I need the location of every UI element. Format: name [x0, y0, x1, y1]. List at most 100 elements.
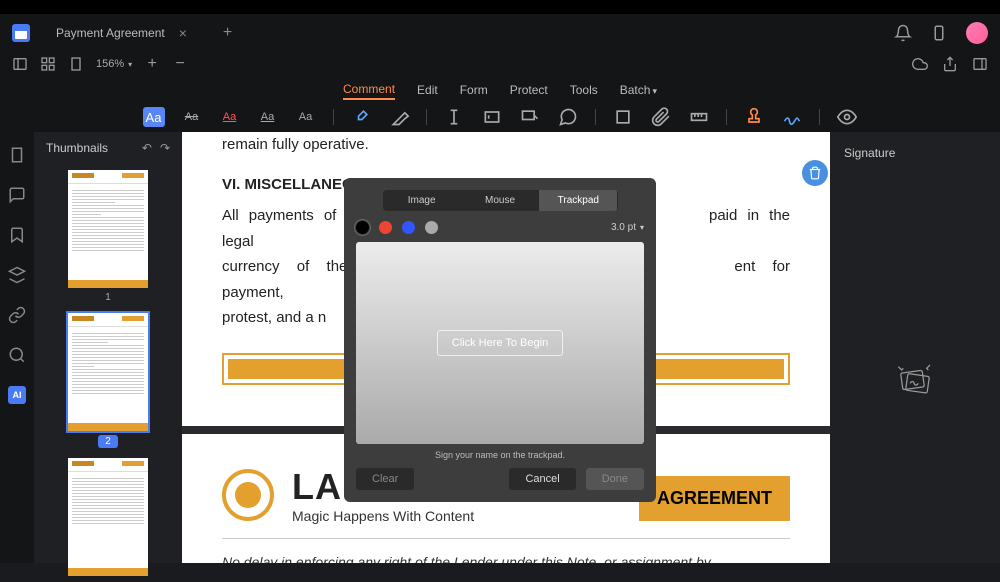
text-highlight-button[interactable]: Aa: [143, 107, 165, 127]
tab-bar: Payment Agreement × +: [0, 14, 1000, 52]
chevron-down-icon: ▾: [128, 60, 132, 69]
attachment-icon[interactable]: [650, 107, 672, 127]
ai-icon[interactable]: AI: [8, 386, 26, 404]
color-black[interactable]: [356, 221, 369, 234]
signature-canvas[interactable]: Click Here To Begin: [356, 242, 644, 444]
thumbs-icon[interactable]: [8, 146, 26, 164]
company-logo: [222, 469, 274, 521]
clear-button[interactable]: Clear: [356, 468, 414, 490]
thumbnails-panel: Thumbnails ↶ ↷ 1 2: [34, 132, 182, 563]
eraser-icon[interactable]: [388, 107, 410, 127]
cancel-button[interactable]: Cancel: [509, 468, 575, 490]
divider: [819, 109, 820, 125]
app-icon: [12, 24, 30, 42]
text-under-button[interactable]: Aa: [219, 107, 241, 127]
menu-form[interactable]: Form: [460, 81, 488, 99]
eye-icon[interactable]: [836, 107, 858, 127]
agreement-badge: AGREEMENT: [639, 476, 790, 521]
ribbon-toolbar: Aa Aa Aa Aa Aa: [0, 104, 1000, 132]
divider: [426, 109, 427, 125]
document-tab[interactable]: Payment Agreement ×: [42, 25, 201, 41]
search-icon[interactable]: [8, 346, 26, 364]
signature-icon[interactable]: [781, 107, 803, 127]
window-titlebar: [0, 0, 1000, 14]
link-icon[interactable]: [8, 306, 26, 324]
stroke-width-select[interactable]: 3.0 pt ▾: [611, 222, 644, 233]
view-toolbar: 156% ▾ + −: [0, 52, 1000, 76]
rotate-left-icon[interactable]: ↶: [142, 141, 152, 155]
signature-placeholder-icon[interactable]: [895, 360, 935, 400]
note-icon[interactable]: [557, 107, 579, 127]
signature-panel: Signature: [830, 132, 1000, 563]
doc-line: remain fully operative.: [222, 132, 790, 158]
add-tab-button[interactable]: +: [223, 24, 232, 42]
zoom-control[interactable]: 156% ▾: [96, 58, 132, 70]
menu-edit[interactable]: Edit: [417, 81, 438, 99]
share-icon[interactable]: [942, 56, 958, 72]
bell-icon[interactable]: [894, 24, 912, 42]
text-under2-button[interactable]: Aa: [257, 107, 279, 127]
doc-fragment: currency of the: [222, 258, 347, 275]
doc-italic: No delay in enforcing any right of the L…: [222, 551, 790, 563]
bookmark-icon[interactable]: [8, 226, 26, 244]
divider: [595, 109, 596, 125]
callout-icon[interactable]: [519, 107, 541, 127]
text-caret-button[interactable]: Aa: [295, 107, 317, 127]
done-button[interactable]: Done: [586, 468, 644, 490]
device-icon[interactable]: [930, 24, 948, 42]
avatar[interactable]: [966, 22, 988, 44]
zoom-value: 156%: [96, 58, 124, 70]
begin-signing-button[interactable]: Click Here To Begin: [437, 330, 563, 356]
menu-batch-label: Batch: [620, 83, 651, 97]
zoom-in-icon[interactable]: +: [144, 56, 160, 72]
cloud-icon[interactable]: [912, 56, 928, 72]
signature-modal: Image Mouse Trackpad 3.0 pt ▾ Click Here…: [344, 178, 656, 502]
thumbnail-page-1[interactable]: [68, 170, 148, 288]
divider: [726, 109, 727, 125]
divider: [333, 109, 334, 125]
menu-tools[interactable]: Tools: [570, 81, 598, 99]
rotate-right-icon[interactable]: ↷: [160, 141, 170, 155]
menu-comment[interactable]: Comment: [343, 80, 395, 100]
close-icon[interactable]: ×: [179, 25, 187, 41]
company-tagline: Magic Happens With Content: [292, 508, 474, 524]
thumbnail-page-2[interactable]: [68, 313, 148, 431]
menu-batch[interactable]: Batch▾: [620, 81, 657, 99]
tab-trackpad[interactable]: Trackpad: [539, 190, 617, 211]
color-gray[interactable]: [425, 221, 438, 234]
tab-label: Payment Agreement: [56, 26, 165, 40]
stamp-icon[interactable]: [743, 107, 765, 127]
rectangle-icon[interactable]: [612, 107, 634, 127]
color-blue[interactable]: [402, 221, 415, 234]
panel-icon[interactable]: [972, 56, 988, 72]
tab-image[interactable]: Image: [383, 190, 461, 211]
thumbnail-page-3[interactable]: [68, 458, 148, 576]
highlighter-icon[interactable]: [350, 107, 372, 127]
modal-hint: Sign your name on the trackpad.: [356, 450, 644, 460]
stroke-value: 3.0 pt: [611, 222, 636, 233]
comments-icon[interactable]: [8, 186, 26, 204]
text-cursor-icon[interactable]: [443, 107, 465, 127]
layers-icon[interactable]: [8, 266, 26, 284]
ruler-icon[interactable]: [688, 107, 710, 127]
doc-fragment: All payments of: [222, 207, 336, 224]
chevron-down-icon: ▾: [640, 223, 644, 232]
signature-tabs: Image Mouse Trackpad: [383, 190, 618, 211]
chevron-down-icon: ▾: [652, 86, 657, 96]
grid-icon[interactable]: [40, 56, 56, 72]
text-strike-button[interactable]: Aa: [181, 107, 203, 127]
menu-protect[interactable]: Protect: [510, 81, 548, 99]
signature-title: Signature: [844, 146, 986, 160]
tab-mouse[interactable]: Mouse: [461, 190, 539, 211]
menu-bar: Comment Edit Form Protect Tools Batch▾: [0, 76, 1000, 104]
color-red[interactable]: [379, 221, 392, 234]
left-sidebar: AI: [0, 132, 34, 563]
trash-float-button[interactable]: [802, 160, 828, 186]
thumbnails-title: Thumbnails: [46, 141, 134, 155]
zoom-out-icon[interactable]: −: [172, 56, 188, 72]
thumbnail-number: 1: [105, 292, 111, 303]
page-icon[interactable]: [68, 56, 84, 72]
sidebar-toggle-icon[interactable]: [12, 56, 28, 72]
divider: [222, 538, 790, 539]
textbox-icon[interactable]: [481, 107, 503, 127]
